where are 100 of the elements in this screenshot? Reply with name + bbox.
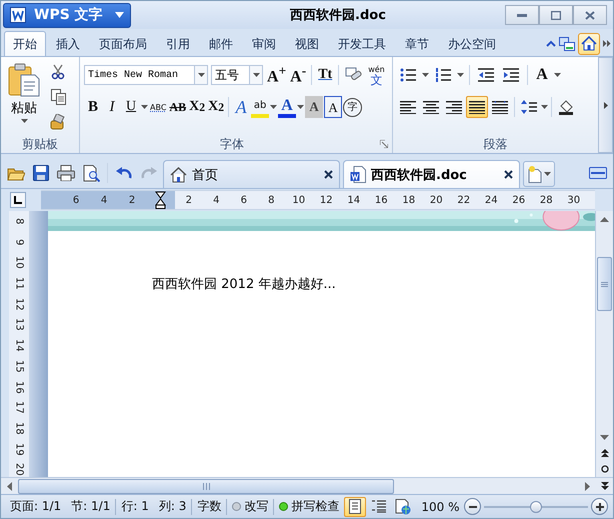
more-icon[interactable] <box>603 40 611 47</box>
caret-icon[interactable] <box>554 73 561 77</box>
print-preview-icon[interactable] <box>82 164 100 182</box>
italic-button[interactable]: I <box>103 96 121 118</box>
scroll-up-arrow[interactable] <box>600 216 609 222</box>
word-count-button[interactable]: 字数 <box>192 498 226 515</box>
grow-font-button[interactable]: A$^{+}$ <box>266 64 288 86</box>
scrollbar-thumb[interactable] <box>597 257 612 311</box>
ruler-number: 20 <box>428 194 444 206</box>
paint-bucket-icon[interactable] <box>559 99 573 115</box>
scroll-right-arrow[interactable] <box>585 482 590 490</box>
decrease-indent-icon[interactable] <box>478 68 494 82</box>
caret-icon[interactable] <box>422 73 429 77</box>
new-page-icon <box>528 166 542 182</box>
font-name-field[interactable]: Times New Roman <box>84 65 194 85</box>
scrollbar-thumb[interactable] <box>18 478 394 494</box>
justify-icon <box>469 100 485 114</box>
document-tab[interactable]: 西西软件园.doc <box>343 160 520 188</box>
chevron-up-icon[interactable] <box>546 40 556 47</box>
overtype-toggle[interactable]: 改写 <box>227 498 274 515</box>
ribbon-tab[interactable]: 审阅 <box>243 31 285 56</box>
open-folder-icon[interactable] <box>7 166 25 180</box>
tab-stop-button[interactable] <box>10 192 26 208</box>
ribbon-tab[interactable]: 插入 <box>47 31 89 56</box>
ribbon-tab[interactable]: 开发工具 <box>329 31 395 56</box>
ruler-number: 13 <box>12 317 26 334</box>
maximize-button[interactable] <box>539 5 573 25</box>
border-button[interactable]: A <box>324 96 342 118</box>
ruler-number: 20 <box>12 462 26 477</box>
home-button[interactable] <box>578 32 600 54</box>
underline-button[interactable]: U <box>122 96 140 118</box>
ribbon-tab[interactable]: 引用 <box>157 31 199 56</box>
dialog-launcher-icon[interactable] <box>380 140 388 148</box>
caret-icon[interactable] <box>141 105 148 109</box>
emphasis-button[interactable]: ABC <box>149 96 168 118</box>
slider-thumb[interactable] <box>530 500 542 512</box>
undo-icon[interactable] <box>116 166 132 180</box>
caret-icon[interactable] <box>457 73 464 77</box>
ruler-number: 30 <box>566 194 582 206</box>
eraser-icon[interactable] <box>345 67 364 83</box>
indent-marker-icon[interactable] <box>155 191 166 209</box>
windows-icon[interactable] <box>559 36 575 50</box>
save-icon[interactable] <box>33 165 49 181</box>
next-page-icon[interactable] <box>600 482 608 490</box>
document-tab[interactable]: 首页 <box>163 160 340 188</box>
ribbon-tab[interactable]: 邮件 <box>200 31 242 56</box>
ribbon-tab[interactable]: 办公空间 <box>439 31 505 56</box>
dropdown-button[interactable] <box>194 65 208 85</box>
bullet-list-icon[interactable] <box>400 68 416 82</box>
line-spacing-icon[interactable] <box>521 100 537 114</box>
ribbon-tab[interactable]: 页面布局 <box>90 31 156 56</box>
house-icon <box>581 36 597 51</box>
close-icon[interactable] <box>504 170 513 179</box>
ribbon-tab[interactable]: 开始 <box>4 31 46 56</box>
shrink-font-button[interactable]: A$^{-}$ <box>289 64 308 86</box>
minimize-button[interactable] <box>505 5 539 25</box>
paste-button[interactable]: 粘贴 <box>5 61 43 135</box>
zoom-in-button[interactable] <box>591 498 608 515</box>
numbered-list-icon[interactable] <box>435 68 451 82</box>
close-icon[interactable] <box>324 170 333 179</box>
bold-button[interactable]: B <box>84 96 102 118</box>
increase-indent-icon[interactable] <box>503 68 519 82</box>
scissors-icon[interactable] <box>51 64 65 80</box>
ruler-number: 28 <box>538 194 554 206</box>
caret-icon[interactable] <box>270 105 278 109</box>
caret-icon[interactable] <box>544 172 550 176</box>
alignment-button[interactable] <box>466 96 488 118</box>
document-text: 西西软件园 2012 年越办越好... <box>151 276 337 293</box>
column-number: 列: 3 <box>158 498 188 515</box>
font-size-field[interactable]: 五号 <box>211 65 249 85</box>
zoom-out-button[interactable] <box>464 498 482 515</box>
character-spacing-button[interactable]: A <box>533 64 551 86</box>
format-painter-icon[interactable] <box>50 114 66 130</box>
close-button[interactable] <box>573 5 607 25</box>
caret-icon[interactable] <box>541 105 548 109</box>
dropdown-button[interactable] <box>249 65 263 85</box>
caret-icon[interactable] <box>20 119 28 123</box>
app-menu-button[interactable]: WPS 文字 <box>3 2 131 28</box>
new-document-button[interactable] <box>523 161 555 187</box>
ribbon-tab[interactable]: 章节 <box>396 31 438 56</box>
previous-page-icon[interactable] <box>600 449 608 457</box>
window-layout-icon[interactable] <box>589 167 607 179</box>
effect-button[interactable]: A <box>232 96 250 118</box>
ribbon-tab[interactable]: 视图 <box>286 31 328 56</box>
page-view-button[interactable] <box>344 496 366 516</box>
scroll-down-arrow[interactable] <box>600 434 609 440</box>
strike-button[interactable]: AB <box>168 96 188 118</box>
highlight-button[interactable]: ab <box>251 96 270 118</box>
spell-check-toggle[interactable]: 拼写检查 <box>274 498 344 515</box>
color-button[interactable]: A <box>278 96 296 118</box>
print-icon[interactable] <box>57 165 75 181</box>
copy-icon[interactable] <box>50 89 66 105</box>
ruler-number: 10 <box>291 194 306 206</box>
enclose-button[interactable]: 字 <box>343 98 362 116</box>
scroll-left-arrow[interactable] <box>7 482 12 490</box>
caret-icon[interactable] <box>297 105 304 109</box>
phonetic-guide-button[interactable]: wén 文 <box>367 64 386 86</box>
clear-format-button[interactable]: Tt <box>316 64 334 86</box>
browse-object-icon[interactable] <box>600 465 608 473</box>
shade-button[interactable]: A <box>305 96 324 118</box>
